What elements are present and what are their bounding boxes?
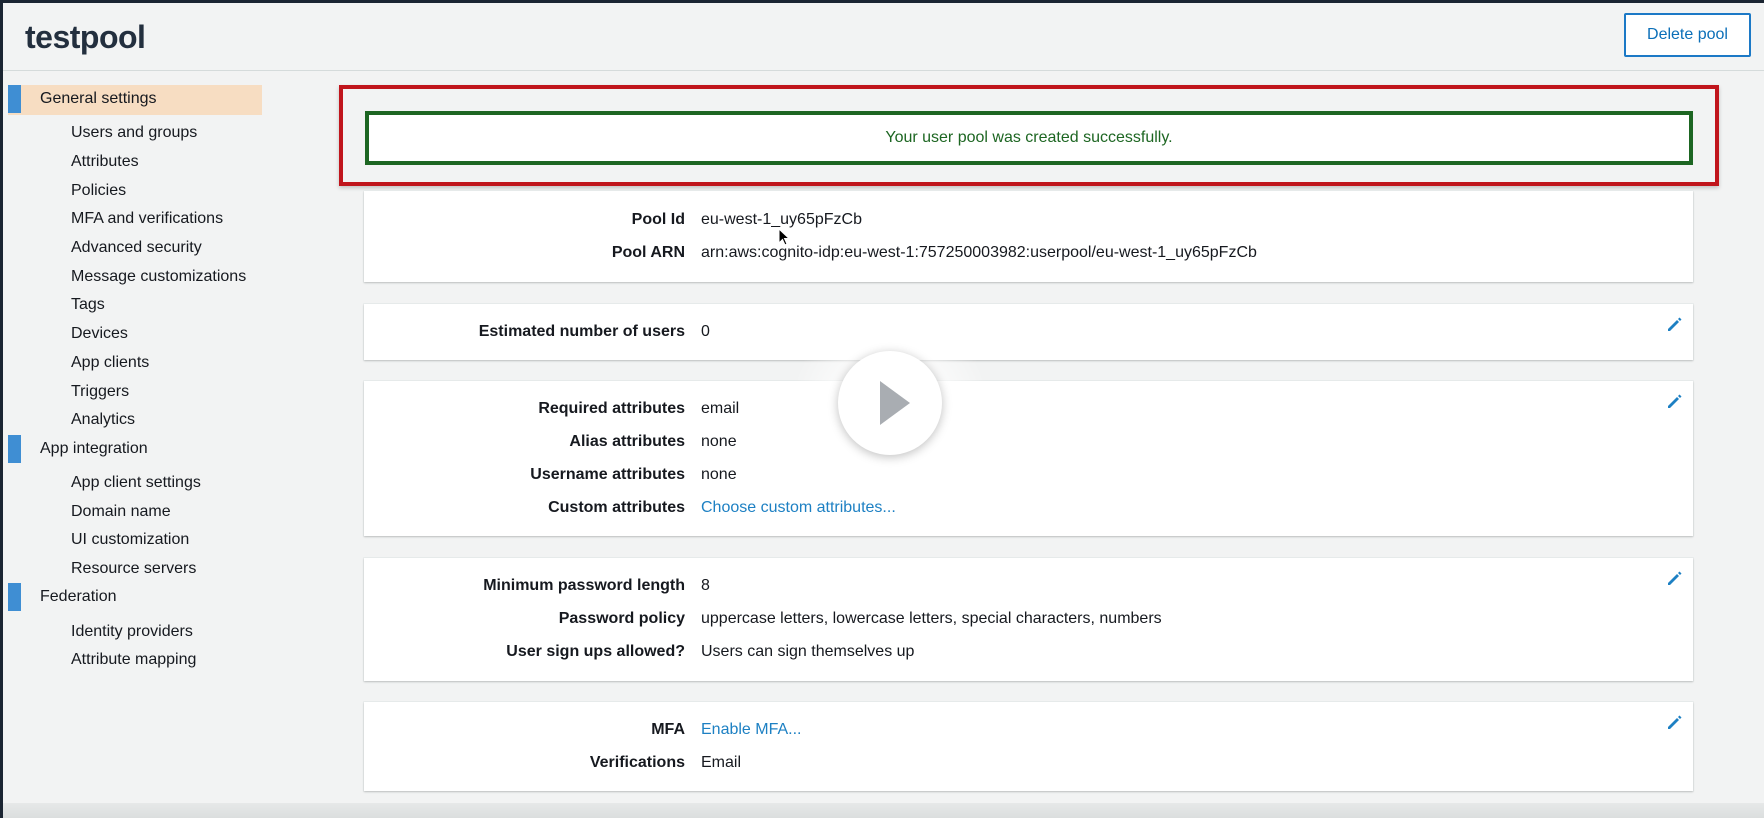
sidebar-item-ui-customization[interactable]: UI customization [3,526,263,555]
sidebar-section-app-integration[interactable]: App integration [3,434,263,465]
sidebar-item-app-clients[interactable]: App clients [3,349,263,378]
sidebar-item-mfa-and-verifications[interactable]: MFA and verifications [3,205,263,234]
sidebar-item-analytics[interactable]: Analytics [3,406,263,435]
highlight-frame: Your user pool was created successfully. [339,85,1719,186]
username-attributes-row: Username attributes none [364,463,1693,487]
sidebar-section-general-settings[interactable]: General settings [3,85,263,115]
sidebar-item-message-customizations[interactable]: Message customizations [3,262,263,291]
required-attributes-label: Required attributes [538,400,685,417]
users-panel: Estimated number of users 0 [364,304,1693,360]
sidebar-section-label: General settings [40,90,157,107]
sidebar-item-policies[interactable]: Policies [3,176,263,205]
bottom-edge [3,803,1764,818]
section-marker [8,85,21,113]
estimated-users-row: Estimated number of users 0 [364,320,1693,344]
choose-custom-attributes-link[interactable]: Choose custom attributes... [701,496,896,520]
user-signups-label: User sign ups allowed? [506,643,685,660]
min-password-length-label: Minimum password length [483,577,685,594]
password-panel: Minimum password length 8 Password polic… [364,558,1693,681]
pool-info-panel: Pool Id eu-west-1_uy65pFzCb Pool ARN arn… [364,191,1693,282]
custom-attributes-label: Custom attributes [548,499,685,516]
verifications-label: Verifications [589,754,685,771]
pencil-icon[interactable] [1665,393,1683,411]
pool-id-row: Pool Id eu-west-1_uy65pFzCb [364,208,1693,232]
sidebar-section-federation[interactable]: Federation [3,583,263,613]
required-attributes-value: email [701,400,740,417]
required-attributes-row: Required attributes email [364,397,1693,421]
mfa-label: MFA [651,721,685,738]
pool-arn-row: Pool ARN arn:aws:cognito-idp:eu-west-1:7… [364,241,1693,265]
mfa-panel: MFA Enable MFA... Verifications Email [364,702,1693,791]
app-window: testpool Delete pool General settings Us… [0,0,1764,818]
sidebar-item-users-and-groups[interactable]: Users and groups [3,119,263,148]
pool-arn-label: Pool ARN [611,244,685,261]
alias-attributes-value: none [701,433,737,450]
page-header: testpool Delete pool [3,3,1764,71]
sidebar-section-label: App integration [40,439,148,457]
mouse-pointer-icon [778,228,791,246]
sidebar-item-devices[interactable]: Devices [3,320,263,349]
password-policy-label: Password policy [558,610,685,627]
sidebar-item-identity-providers[interactable]: Identity providers [3,617,263,646]
custom-attributes-row: Custom attributes Choose custom attribut… [364,496,1693,520]
page-title: testpool [25,19,146,55]
estimated-users-value: 0 [701,323,710,340]
sidebar-item-domain-name[interactable]: Domain name [3,497,263,526]
username-attributes-label: Username attributes [530,466,685,483]
sidebar-section-label: Federation [40,588,117,606]
success-alert: Your user pool was created successfully. [365,111,1693,165]
sidebar-item-tags[interactable]: Tags [3,291,263,320]
alias-attributes-label: Alias attributes [569,433,685,450]
sidebar-item-resource-servers[interactable]: Resource servers [3,555,263,584]
alias-attributes-row: Alias attributes none [364,430,1693,454]
mfa-row: MFA Enable MFA... [364,718,1693,742]
sidebar-item-attributes[interactable]: Attributes [3,148,263,177]
min-password-length-value: 8 [701,577,710,594]
sidebar-item-attribute-mapping[interactable]: Attribute mapping [3,646,263,675]
verifications-row: Verifications Email [364,751,1693,775]
success-message: Your user pool was created successfully. [885,129,1173,146]
password-policy-row: Password policy uppercase letters, lower… [364,607,1693,631]
min-password-length-row: Minimum password length 8 [364,574,1693,598]
section-marker [8,583,21,612]
verifications-value: Email [701,754,742,771]
section-marker [8,434,21,463]
pool-id-label: Pool Id [631,211,685,228]
estimated-users-label: Estimated number of users [478,323,685,340]
password-policy-value: uppercase letters, lowercase letters, sp… [701,610,1162,627]
sidebar-item-app-client-settings[interactable]: App client settings [3,469,263,498]
sidebar-nav: General settings Users and groups Attrib… [3,85,263,675]
sidebar-item-advanced-security[interactable]: Advanced security [3,234,263,263]
pencil-icon[interactable] [1665,714,1683,732]
pencil-icon[interactable] [1665,570,1683,588]
username-attributes-value: none [701,466,737,483]
sidebar-item-triggers[interactable]: Triggers [3,377,263,406]
pencil-icon[interactable] [1665,316,1683,334]
user-signups-value: Users can sign themselves up [701,643,915,660]
user-signups-row: User sign ups allowed? Users can sign th… [364,640,1693,664]
delete-pool-button[interactable]: Delete pool [1624,13,1751,57]
enable-mfa-link[interactable]: Enable MFA... [701,718,802,742]
play-icon [880,381,910,425]
attributes-panel: Required attributes email Alias attribut… [364,381,1693,536]
play-button[interactable] [838,351,942,455]
